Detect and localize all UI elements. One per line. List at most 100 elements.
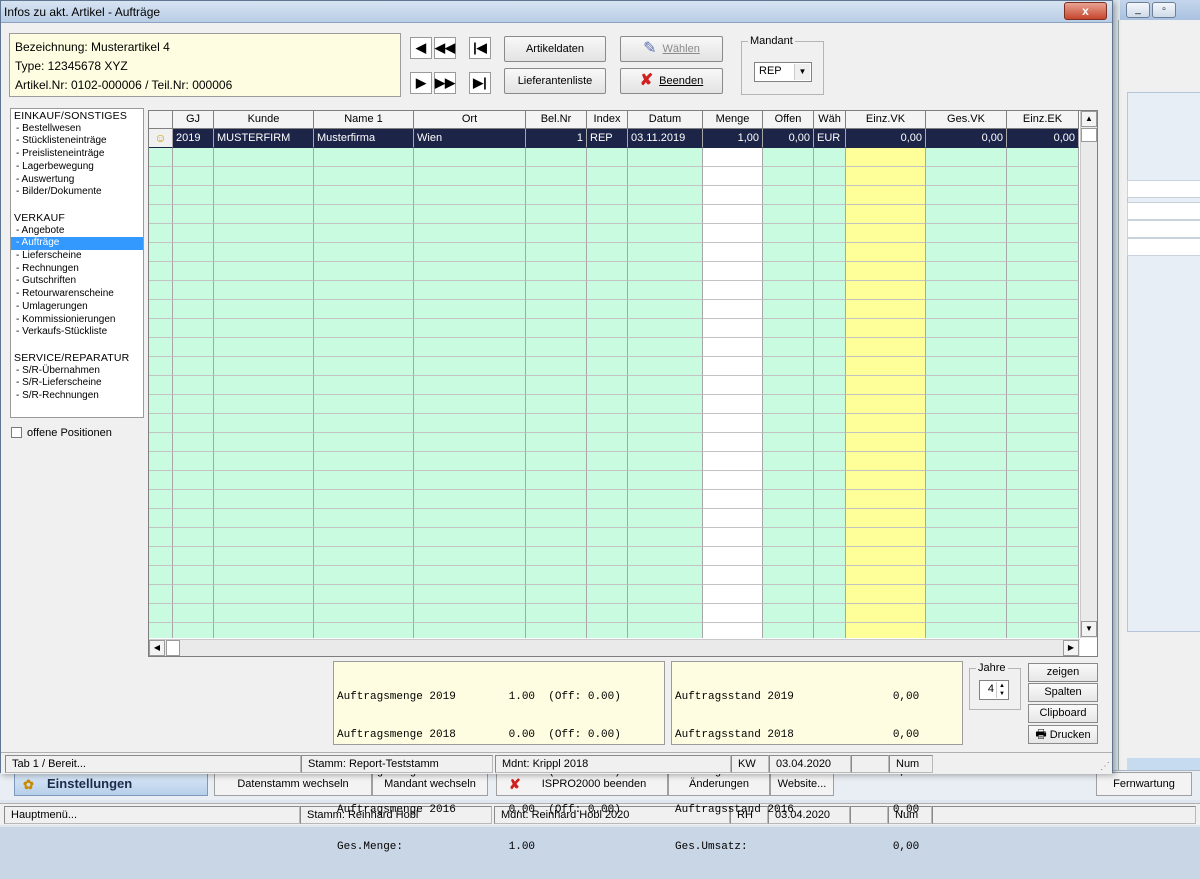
table-cell[interactable]: [926, 357, 1007, 376]
table-cell[interactable]: [763, 547, 814, 566]
table-cell[interactable]: [926, 414, 1007, 433]
table-cell[interactable]: [628, 509, 703, 528]
table-cell[interactable]: [214, 319, 314, 338]
scroll-left-icon[interactable]: ◀: [149, 640, 165, 656]
checkbox-icon[interactable]: [11, 427, 22, 438]
table-cell[interactable]: [846, 224, 926, 243]
table-cell[interactable]: [628, 205, 703, 224]
table-cell[interactable]: [587, 186, 628, 205]
table-cell[interactable]: [703, 186, 763, 205]
row-selector[interactable]: [149, 224, 173, 243]
table-cell[interactable]: [1007, 319, 1079, 338]
table-cell[interactable]: [926, 528, 1007, 547]
table-row[interactable]: [149, 319, 1080, 338]
table-cell[interactable]: [814, 338, 846, 357]
table-cell[interactable]: [214, 357, 314, 376]
table-cell[interactable]: [703, 167, 763, 186]
table-cell[interactable]: [1007, 566, 1079, 585]
table-cell[interactable]: [763, 585, 814, 604]
table-cell[interactable]: [214, 452, 314, 471]
row-selector[interactable]: [149, 433, 173, 452]
table-cell[interactable]: [814, 300, 846, 319]
row-selector[interactable]: [149, 319, 173, 338]
table-cell[interactable]: [526, 414, 587, 433]
table-cell[interactable]: [628, 319, 703, 338]
table-cell[interactable]: [526, 281, 587, 300]
table-cell[interactable]: [814, 471, 846, 490]
table-cell[interactable]: [703, 148, 763, 167]
table-cell[interactable]: [314, 566, 414, 585]
table-cell[interactable]: [703, 395, 763, 414]
row-selector[interactable]: [149, 471, 173, 490]
table-cell[interactable]: [926, 148, 1007, 167]
table-cell[interactable]: [173, 224, 214, 243]
table-cell[interactable]: 0,00: [926, 129, 1007, 148]
table-row[interactable]: [149, 243, 1080, 262]
table-cell[interactable]: [314, 604, 414, 623]
table-cell[interactable]: [926, 376, 1007, 395]
scroll-down-icon[interactable]: ▼: [1081, 621, 1097, 637]
table-cell[interactable]: [526, 205, 587, 224]
table-cell[interactable]: [587, 490, 628, 509]
table-cell[interactable]: [214, 167, 314, 186]
table-cell[interactable]: [846, 433, 926, 452]
table-row[interactable]: [149, 490, 1080, 509]
table-cell[interactable]: [173, 585, 214, 604]
table-cell[interactable]: [526, 186, 587, 205]
table-cell[interactable]: [846, 490, 926, 509]
table-cell[interactable]: [763, 148, 814, 167]
table-cell[interactable]: Musterfirma: [314, 129, 414, 148]
sidebar-item[interactable]: - Lieferscheine: [14, 250, 140, 263]
table-cell[interactable]: [1007, 224, 1079, 243]
table-cell[interactable]: [846, 528, 926, 547]
table-cell[interactable]: [926, 262, 1007, 281]
table-cell[interactable]: [926, 338, 1007, 357]
table-cell[interactable]: [846, 376, 926, 395]
table-row[interactable]: [149, 357, 1080, 376]
table-cell[interactable]: [314, 509, 414, 528]
table-cell[interactable]: [173, 167, 214, 186]
table-cell[interactable]: [703, 585, 763, 604]
table-cell[interactable]: [846, 623, 926, 638]
table-cell[interactable]: [628, 585, 703, 604]
table-cell[interactable]: 0,00: [846, 129, 926, 148]
table-cell[interactable]: [214, 433, 314, 452]
sidebar-item[interactable]: - Preislisteneinträge: [14, 148, 140, 161]
table-row[interactable]: [149, 167, 1080, 186]
table-cell[interactable]: [414, 528, 526, 547]
table-cell[interactable]: [628, 471, 703, 490]
table-cell[interactable]: [628, 281, 703, 300]
clipboard-button[interactable]: Clipboard: [1028, 704, 1098, 723]
waehlen-button[interactable]: ✎ Wählen: [620, 36, 723, 62]
table-cell[interactable]: [846, 281, 926, 300]
row-selector[interactable]: [149, 338, 173, 357]
row-selector[interactable]: [149, 414, 173, 433]
first-record-icon[interactable]: |◀: [469, 37, 491, 59]
table-cell[interactable]: [414, 205, 526, 224]
row-selector[interactable]: [149, 452, 173, 471]
sidebar-item[interactable]: - Bestellwesen: [14, 123, 140, 136]
table-cell[interactable]: [587, 376, 628, 395]
table-cell[interactable]: [1007, 338, 1079, 357]
artikeldaten-button[interactable]: Artikeldaten: [504, 36, 606, 62]
table-cell[interactable]: [414, 376, 526, 395]
table-cell[interactable]: [173, 186, 214, 205]
table-cell[interactable]: [763, 566, 814, 585]
table-cell[interactable]: [763, 433, 814, 452]
table-row[interactable]: [149, 604, 1080, 623]
table-cell[interactable]: [526, 357, 587, 376]
table-cell[interactable]: [526, 300, 587, 319]
table-cell[interactable]: [414, 224, 526, 243]
table-cell[interactable]: [814, 490, 846, 509]
table-cell[interactable]: [926, 205, 1007, 224]
resize-grip-icon[interactable]: ⋰: [1100, 761, 1110, 772]
column-header[interactable]: Wäh: [814, 111, 846, 129]
table-cell[interactable]: [173, 566, 214, 585]
lieferantenliste-button[interactable]: Lieferantenliste: [504, 68, 606, 94]
table-cell[interactable]: [587, 547, 628, 566]
table-cell[interactable]: [587, 300, 628, 319]
table-cell[interactable]: [703, 414, 763, 433]
sidebar-item[interactable]: - Angebote: [14, 225, 140, 238]
table-cell[interactable]: [214, 338, 314, 357]
table-cell[interactable]: [814, 395, 846, 414]
